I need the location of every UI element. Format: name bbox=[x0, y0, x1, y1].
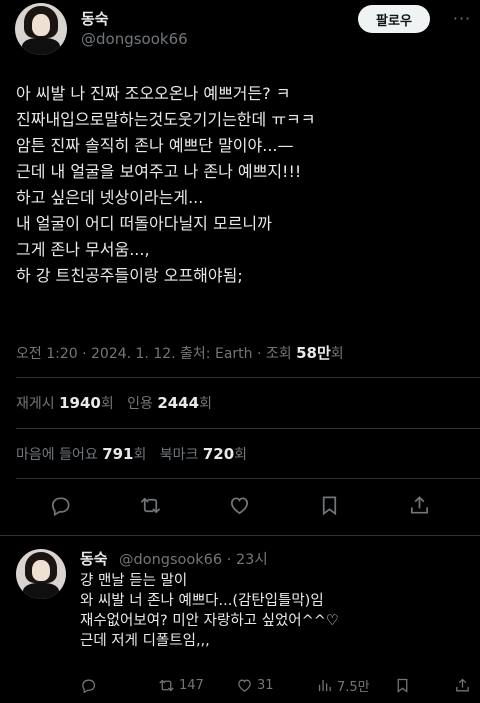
reply-author-avatar[interactable] bbox=[16, 549, 66, 599]
bookmark-icon[interactable] bbox=[314, 490, 344, 520]
retweets-label: 재게시 bbox=[16, 396, 60, 412]
like-icon bbox=[238, 679, 251, 692]
quotes-suffix: 회 bbox=[199, 396, 212, 412]
author-name[interactable]: 동숙 bbox=[81, 8, 109, 29]
quotes-count: 2444 bbox=[157, 394, 200, 412]
bookmarks-label: 북마크 bbox=[159, 447, 203, 463]
tweet-line: 하고 싶은데 넷상이라는게... bbox=[16, 188, 204, 207]
repost-stats: 재게시 1940회 인용 2444회 bbox=[16, 393, 212, 413]
tweet-actions bbox=[0, 490, 480, 526]
follow-button[interactable]: 팔로우 bbox=[358, 5, 430, 33]
reply-retweet-button[interactable]: 147 bbox=[158, 675, 204, 695]
divider bbox=[0, 535, 480, 536]
views-icon bbox=[318, 679, 331, 691]
reply-line: 걍 맨날 듣는 말이 bbox=[80, 573, 188, 589]
views-count: 58만 bbox=[296, 344, 331, 362]
author-avatar[interactable] bbox=[15, 3, 67, 55]
like-stats: 마음에 들어요 791회 북마크 720회 bbox=[16, 444, 247, 464]
tweet-line: 아 씨발 나 진짜 조오오온나 예쁘거든? ㅋ bbox=[16, 84, 291, 103]
reply-author-name[interactable]: 동숙 bbox=[80, 548, 108, 569]
reply-share-button[interactable] bbox=[454, 675, 475, 695]
reply-icon[interactable] bbox=[45, 490, 75, 520]
tweet-line: 내 얼굴이 어디 떠돌아다닐지 모르니까 bbox=[16, 214, 272, 233]
bookmarks-stat[interactable]: 북마크 720회 bbox=[159, 445, 248, 463]
reply-retweet-count: 147 bbox=[179, 677, 204, 693]
tweet-line: 하 강 트친공주들이랑 오프해야됨; bbox=[16, 266, 243, 285]
share-icon[interactable] bbox=[404, 490, 434, 520]
bookmarks-count: 720 bbox=[202, 445, 235, 463]
author-handle[interactable]: @dongsook66 bbox=[81, 30, 188, 48]
reply-line: 와 씨발 너 존나 예쁘다...(감탄입틀막)임 bbox=[80, 593, 324, 609]
retweets-count: 1940 bbox=[59, 394, 101, 412]
divider bbox=[16, 377, 480, 378]
tweet-line: 그게 존나 무서움..., bbox=[16, 240, 150, 259]
retweet-icon bbox=[159, 679, 174, 691]
tweet-line: 암튼 진짜 솔직히 존나 예쁘단 말이야...— bbox=[16, 136, 294, 155]
share-icon bbox=[456, 678, 469, 691]
tweet-meta: 오전 1:20 · 2024. 1. 12. 출처: Earth · 조회 58… bbox=[16, 342, 344, 363]
tweet-line: 진짜내입으로말하는것도웃기기는한데 ㅠㅋㅋ bbox=[16, 110, 316, 129]
quotes-label: 인용 bbox=[127, 396, 158, 412]
likes-suffix: 회 bbox=[133, 447, 147, 463]
reply-like-button[interactable]: 31 bbox=[236, 675, 274, 695]
tweet-header: 동숙 @dongsook66 팔로우 ··· bbox=[0, 0, 480, 62]
divider bbox=[16, 478, 480, 479]
divider bbox=[16, 428, 480, 429]
bookmarks-suffix: 회 bbox=[234, 447, 248, 463]
reply-bookmark-button[interactable] bbox=[394, 675, 415, 695]
views-suffix: 회 bbox=[330, 346, 344, 362]
tweet-text: 아 씨발 나 진짜 조오오온나 예쁘거든? ㅋ 진짜내입으로말하는것도웃기기는한… bbox=[16, 81, 471, 289]
reply-line: 재수없어보여? 미안 자랑하고 싶었어^^♡ bbox=[80, 613, 339, 629]
retweet-icon[interactable] bbox=[135, 490, 165, 520]
tweet-line: 근데 내 얼굴을 보여주고 나 존나 예쁘지!!! bbox=[16, 162, 302, 181]
retweets-suffix: 회 bbox=[100, 396, 114, 412]
reply-icon bbox=[82, 679, 96, 693]
like-icon[interactable] bbox=[224, 490, 254, 520]
tweet-timestamp-source[interactable]: 오전 1:20 · 2024. 1. 12. 출처: Earth · 조회 bbox=[16, 346, 296, 362]
bookmark-icon bbox=[397, 678, 408, 693]
reply-views-count: 7.5만 bbox=[337, 679, 370, 695]
reply-actions: 147 31 7.5만 bbox=[80, 675, 480, 695]
reply-text: 걍 맨날 듣는 말이 와 씨발 너 존나 예쁘다...(감탄입틀막)임 재수없어… bbox=[80, 571, 475, 651]
reply-handle-time[interactable]: @dongsook66 · 23시 bbox=[119, 548, 268, 569]
likes-count: 791 bbox=[102, 445, 134, 463]
reply-like-count: 31 bbox=[257, 677, 274, 693]
reply-line: 근데 저게 디폴트임,,, bbox=[80, 633, 210, 649]
reply-views-button[interactable]: 7.5만 bbox=[316, 675, 370, 695]
likes-label: 마음에 들어요 bbox=[16, 447, 103, 463]
likes-stat[interactable]: 마음에 들어요 791회 bbox=[16, 445, 147, 463]
quotes-stat[interactable]: 인용 2444회 bbox=[127, 394, 212, 412]
reply-reply-button[interactable] bbox=[80, 675, 101, 695]
more-options-icon[interactable]: ··· bbox=[450, 8, 474, 28]
retweets-stat[interactable]: 재게시 1940회 bbox=[16, 394, 114, 412]
